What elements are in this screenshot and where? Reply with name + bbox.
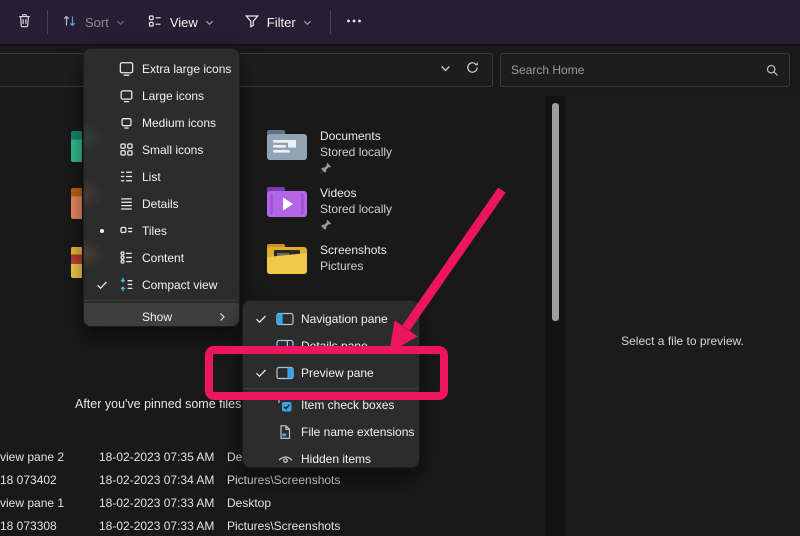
view-label: View [170,15,198,30]
large-icons-icon [117,87,135,104]
navigation-pane-icon [276,312,294,326]
preview-pane: Select a file to preview. [565,96,800,536]
chevron-down-icon [116,15,125,30]
sort-label: Sort [85,15,109,30]
scrollbar-track [545,96,565,536]
menu-item-small-icons[interactable]: Small icons [84,136,239,163]
details-icon [117,195,135,212]
filter-button[interactable]: Filter [236,6,320,38]
delete-button[interactable] [8,6,41,38]
preview-message: Select a file to preview. [565,334,800,348]
menu-item-details[interactable]: Details [84,190,239,217]
file-date: 18-02-2023 07:33 AM [99,496,214,510]
file-location: Desktop [227,496,271,510]
file-location: Pictures\Screenshots [227,519,340,533]
search-box [500,53,790,87]
view-menu: Extra large icons Large icons Medium ico… [83,48,240,327]
quick-access-item-videos[interactable]: Videos Stored locally [266,185,526,235]
folder-name: Videos [320,186,392,200]
view-icon [147,13,163,32]
menu-item-list[interactable]: List [84,163,239,190]
folder-name: Documents [320,129,392,143]
quick-access-item-screenshots[interactable]: Screenshots Pictures [266,242,526,292]
filter-icon [244,13,260,32]
pin-icon [320,218,392,236]
documents-folder-icon [266,128,308,178]
folder-detail: Pictures [320,259,387,273]
file-date: 18-02-2023 07:35 AM [99,450,214,464]
selected-bullet-icon [94,229,110,233]
address-dropdown-chevron-icon[interactable] [440,61,451,79]
folder-name: Screenshots [320,243,387,257]
file-name-extensions-icon [276,424,294,440]
quick-access-item-documents[interactable]: Documents Stored locally [266,128,526,178]
filter-label: Filter [267,15,296,30]
preview-pane-icon [276,366,294,380]
chevron-down-icon [205,15,214,30]
search-input[interactable] [501,63,766,77]
sort-button[interactable]: Sort [54,6,133,38]
chevron-down-icon [303,15,312,30]
details-pane-icon [276,339,294,353]
hidden-items-eye-icon [276,452,294,466]
see-more-button[interactable] [337,6,371,38]
checkmark-icon [253,313,269,325]
submenu-item-hidden-items[interactable]: Hidden items [243,445,419,468]
file-explorer-window: Sort View Filter [0,0,800,536]
file-location: Pictures\Screenshots [227,473,340,487]
hidden-folder-tile [71,247,82,278]
tiles-icon [117,222,135,239]
extra-large-icons-icon [117,60,135,77]
view-button[interactable]: View [139,6,222,38]
content-icon [117,249,135,266]
screenshots-folder-icon [266,242,308,292]
item-check-boxes-icon [276,397,294,413]
file-name: 18 073402 [0,473,92,487]
videos-folder-icon [266,185,308,235]
menu-item-tiles[interactable]: Tiles [84,217,239,244]
toolbar-divider [47,10,48,34]
submenu-item-details-pane[interactable]: Details pane [243,332,419,359]
menu-item-content[interactable]: Content [84,244,239,271]
submenu-item-item-check-boxes[interactable]: Item check boxes [243,391,419,418]
address-bar[interactable] [0,53,493,87]
folder-detail: Stored locally [320,145,392,159]
file-date: 18-02-2023 07:34 AM [99,473,214,487]
menu-item-large-icons[interactable]: Large icons [84,82,239,109]
medium-icons-icon [117,114,135,131]
file-name: view pane 1 [0,496,92,510]
folder-detail: Stored locally [320,202,392,216]
menu-item-medium-icons[interactable]: Medium icons [84,109,239,136]
more-icon [345,13,363,32]
submenu-item-file-name-extensions[interactable]: File name extensions [243,418,419,445]
hidden-folder-tile [71,188,82,219]
menu-item-compact-view[interactable]: Compact view [84,271,239,298]
sort-icon [62,13,78,32]
list-icon [117,168,135,185]
search-icon[interactable] [766,64,789,77]
toolbar-divider [330,10,331,34]
checkmark-icon [94,279,110,291]
hidden-folder-tile [71,131,82,162]
scrollbar[interactable] [552,103,559,321]
submenu-item-navigation-pane[interactable]: Navigation pane [243,305,419,332]
submenu-arrow-icon [217,312,227,322]
compact-view-icon [117,276,135,293]
submenu-item-preview-pane[interactable]: Preview pane [243,359,419,386]
trash-icon [16,12,33,32]
file-date: 18-02-2023 07:33 AM [99,519,214,533]
menu-item-show[interactable]: Show [84,303,239,327]
refresh-icon[interactable] [465,60,480,80]
file-name: 18 073308 [0,519,92,533]
show-submenu: Navigation pane Details pane Preview pan… [242,300,420,468]
file-name: view pane 2 [0,450,92,464]
command-bar: Sort View Filter [0,0,800,46]
small-icons-icon [117,141,135,158]
menu-item-extra-large-icons[interactable]: Extra large icons [84,55,239,82]
checkmark-icon [253,367,269,379]
menu-separator [244,388,418,389]
menu-separator [85,300,238,301]
pin-icon [320,161,392,179]
